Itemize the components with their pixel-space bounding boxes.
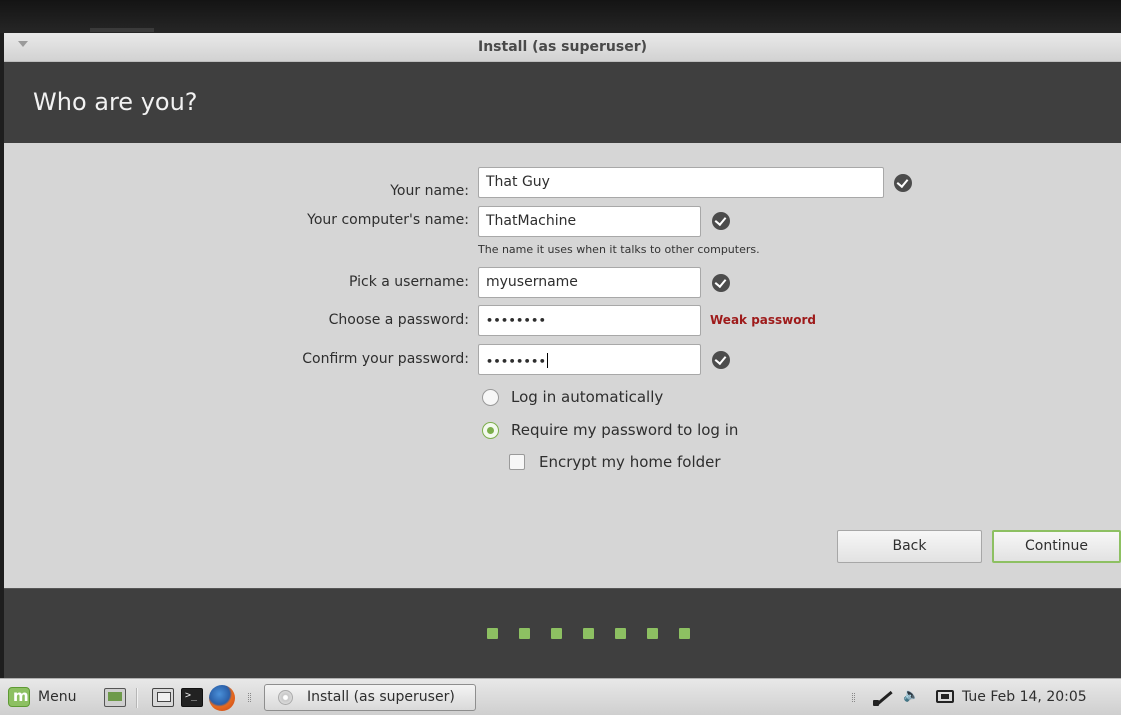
computer-name-label: Your computer's name:: [307, 212, 469, 228]
password-strength-text: Weak password: [710, 313, 817, 327]
window-titlebar[interactable]: Install (as superuser): [4, 33, 1121, 62]
screen: Install (as superuser) Who are you? Your…: [0, 0, 1121, 715]
taskbar: Menu Install (as superuser) 🔈 Tue Feb 14…: [0, 678, 1121, 715]
task-label: Install (as superuser): [307, 689, 455, 705]
username-input[interactable]: myusername: [478, 267, 701, 298]
firefox-icon[interactable]: [209, 685, 235, 711]
name-label: Your name:: [390, 183, 469, 199]
taskbar-separator: [136, 688, 138, 708]
password-input[interactable]: ••••••••: [478, 305, 701, 336]
footer-divider: [4, 588, 1121, 589]
confirm-password-value: ••••••••: [486, 355, 547, 368]
progress-dot: [551, 628, 562, 639]
files-icon[interactable]: [152, 688, 174, 707]
password-label: Choose a password:: [328, 312, 469, 328]
progress-footer: [4, 588, 1121, 678]
auto-login-label[interactable]: Log in automatically: [511, 388, 663, 406]
computer-name-input[interactable]: ThatMachine: [478, 206, 701, 237]
user-form: Your name: That Guy Your computer's name…: [4, 143, 1121, 588]
confirm-password-label: Confirm your password:: [302, 351, 469, 367]
progress-dot: [487, 628, 498, 639]
tray-grip[interactable]: [852, 693, 855, 702]
username-label: Pick a username:: [348, 274, 469, 290]
volume-icon[interactable]: 🔈: [903, 688, 919, 703]
confirm-password-valid-check-icon: [712, 351, 730, 369]
show-desktop-icon[interactable]: [104, 688, 126, 707]
taskbar-grip[interactable]: [248, 693, 251, 702]
require-password-label[interactable]: Require my password to log in: [511, 421, 738, 439]
page-header: Who are you?: [4, 62, 1121, 143]
progress-dot: [647, 628, 658, 639]
progress-dot: [615, 628, 626, 639]
network-icon[interactable]: [872, 688, 894, 708]
encrypt-home-checkbox[interactable]: [509, 454, 525, 470]
require-password-radio[interactable]: [482, 422, 499, 439]
menu-button[interactable]: Menu: [38, 689, 76, 705]
window-title: Install (as superuser): [478, 39, 647, 55]
desktop-strip: [90, 28, 154, 32]
computer-name-hint: The name it uses when it talks to other …: [478, 243, 760, 256]
text-caret: [547, 353, 549, 368]
username-valid-check-icon: [712, 274, 730, 292]
progress-dot: [519, 628, 530, 639]
clock[interactable]: Tue Feb 14, 20:05: [962, 689, 1087, 705]
back-button[interactable]: Back: [837, 530, 982, 563]
progress-dot: [679, 628, 690, 639]
auto-login-radio[interactable]: [482, 389, 499, 406]
installer-window: Install (as superuser) Who are you? Your…: [4, 33, 1121, 678]
encrypt-home-label[interactable]: Encrypt my home folder: [539, 453, 721, 471]
battery-icon[interactable]: [936, 690, 954, 703]
progress-dot: [583, 628, 594, 639]
cd-icon: [278, 690, 293, 705]
mint-logo-icon[interactable]: [8, 687, 30, 707]
name-input[interactable]: That Guy: [478, 167, 884, 198]
terminal-icon[interactable]: [181, 688, 203, 707]
computer-name-valid-check-icon: [712, 212, 730, 230]
page-title: Who are you?: [33, 88, 198, 116]
name-valid-check-icon: [894, 174, 912, 192]
task-install-button[interactable]: Install (as superuser): [264, 684, 476, 711]
continue-button[interactable]: Continue: [992, 530, 1121, 563]
desktop-background: [0, 0, 1121, 33]
confirm-password-input[interactable]: ••••••••: [478, 344, 701, 375]
